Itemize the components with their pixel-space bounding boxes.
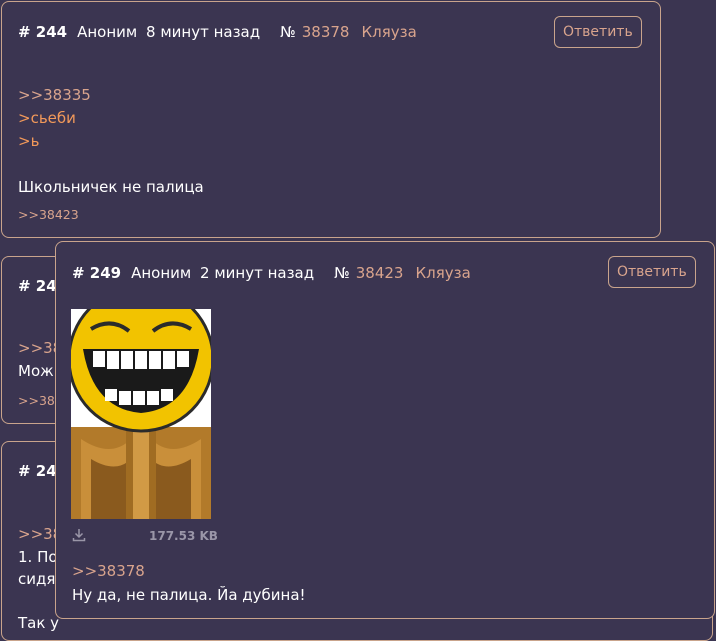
- reply-link[interactable]: >>38378: [72, 562, 145, 580]
- post-body: Школьничек не палица: [18, 178, 204, 196]
- post-body: Ну да, не палица. Йа дубина!: [72, 586, 306, 604]
- post-id-link[interactable]: 38378: [302, 23, 350, 41]
- number-sign: №: [334, 264, 350, 282]
- author-name: Аноним: [131, 264, 192, 282]
- reply-link[interactable]: >>38335: [18, 86, 91, 104]
- number-sign: №: [280, 23, 296, 41]
- backlink[interactable]: >>38423: [18, 207, 79, 222]
- board-tag[interactable]: Кляуза: [361, 23, 416, 41]
- board-tag[interactable]: Кляуза: [415, 264, 470, 282]
- post-image[interactable]: [71, 309, 211, 519]
- post-header: # 249 Аноним 2 минут назад № 38423 Кляуза: [72, 264, 471, 282]
- post-age: 2 минут назад: [200, 264, 315, 282]
- file-size: 177.53 KB: [149, 529, 218, 543]
- author-name: Аноним: [77, 23, 138, 41]
- post-body-line: сидя: [18, 570, 56, 588]
- post-number: # 249: [72, 264, 122, 282]
- post-body-line: 1. По: [18, 548, 58, 566]
- reply-button[interactable]: Ответить: [608, 256, 696, 288]
- post-id-link[interactable]: 38423: [356, 264, 404, 282]
- reply-button[interactable]: Ответить: [554, 16, 642, 48]
- post-age: 8 минут назад: [146, 23, 261, 41]
- greentext-quote: >сьеби: [18, 109, 76, 127]
- post-249-preview: # 249 Аноним 2 минут назад № 38423 Кляуза От…: [55, 241, 715, 619]
- download-icon[interactable]: [72, 527, 86, 542]
- post-body: Мож: [18, 362, 54, 380]
- laughing-smiley-image: [71, 309, 211, 519]
- post-number: # 244: [18, 23, 68, 41]
- post-header: # 244 Аноним 8 минут назад № 38378 Кляуза: [18, 23, 417, 41]
- post-244: # 244 Аноним 8 минут назад № 38378 Кляуза От…: [1, 1, 661, 238]
- post-body-line: Так у: [18, 614, 60, 632]
- greentext-quote: >ь: [18, 132, 40, 150]
